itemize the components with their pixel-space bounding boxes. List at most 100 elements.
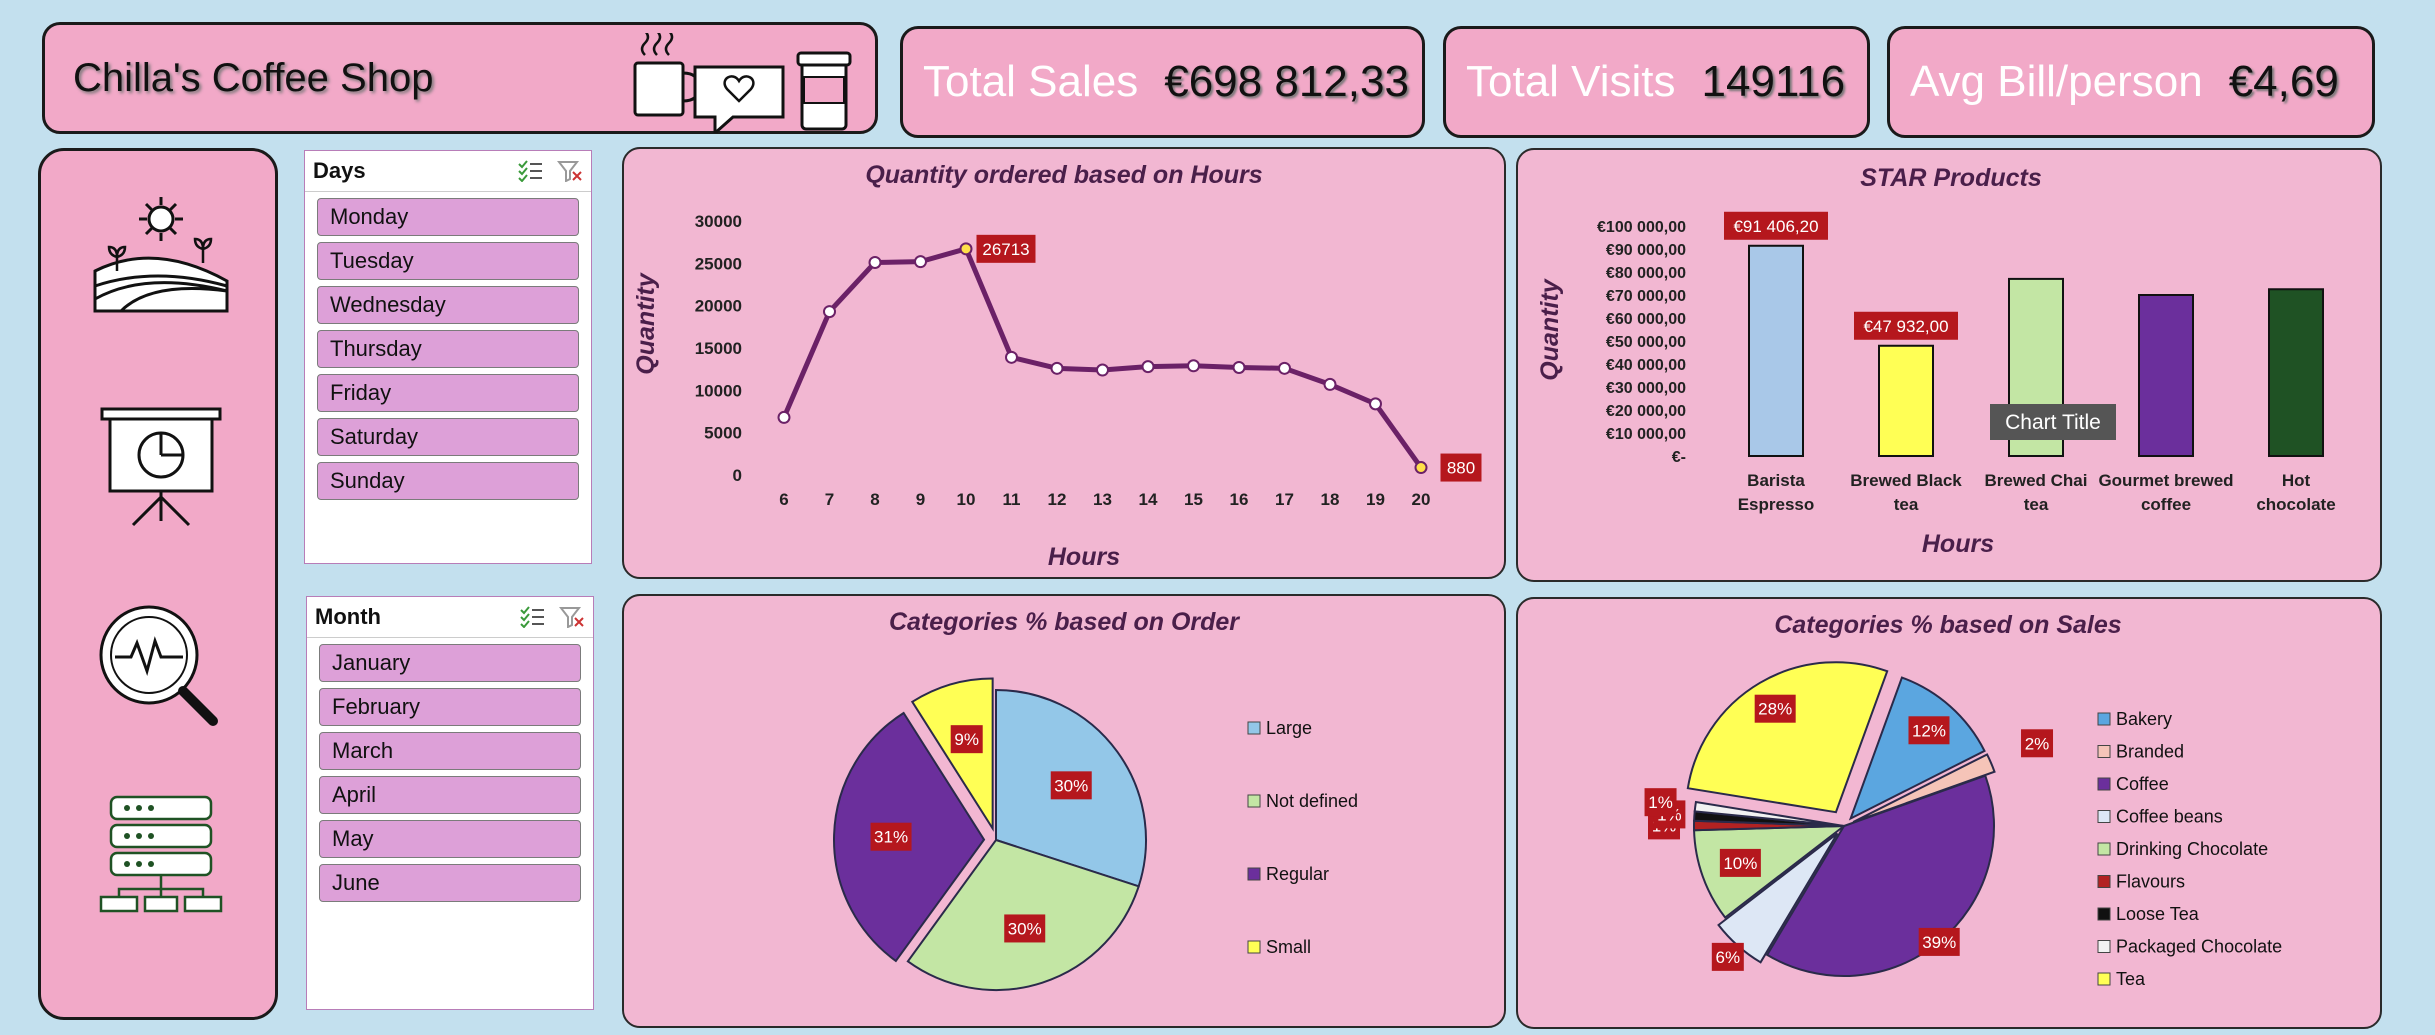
analytics-search-icon[interactable] xyxy=(91,599,231,729)
data-point xyxy=(1050,361,1064,375)
slicer-item-january[interactable]: January xyxy=(319,644,581,682)
server-icon[interactable] xyxy=(99,793,223,919)
pct-label: 6% xyxy=(1716,948,1741,967)
kpi-label: Avg Bill/person xyxy=(1910,57,2203,106)
slicer-item-tuesday[interactable]: Tuesday xyxy=(317,242,579,280)
legend-label: Branded xyxy=(2116,742,2184,762)
slicer-item-wednesday[interactable]: Wednesday xyxy=(317,286,579,324)
legend-label: Flavours xyxy=(2116,872,2185,892)
bar-chart: STAR Products Quantity Hours €100 000,00 €90… xyxy=(1536,164,2336,558)
x-tick-label: 18 xyxy=(1321,490,1340,509)
clear-filter-icon[interactable] xyxy=(557,160,583,182)
days-slicer: Days Monday Tuesday Wednesday Thursday Frida… xyxy=(304,150,592,564)
x-tick-label: tea xyxy=(2024,495,2049,514)
legend-swatch xyxy=(2097,745,2111,758)
x-tick-label: tea xyxy=(1894,495,1919,514)
y-axis-title: Quantity xyxy=(1536,278,1564,380)
data-label: 880 xyxy=(1447,459,1475,478)
data-point xyxy=(868,255,882,269)
data-point xyxy=(1141,360,1155,374)
x-tick-label: 20 xyxy=(1412,490,1431,509)
presentation-icon[interactable] xyxy=(96,401,226,531)
legend-label: Large xyxy=(1266,718,1312,738)
y-tick-label: €90 000,00 xyxy=(1606,242,1686,259)
pct-label: 2% xyxy=(2025,734,2050,753)
order-pie-chart: Categories % based on Order 30% 30% 31% 9% La… xyxy=(833,608,1358,991)
x-tick-label: Brewed Chai xyxy=(1985,471,2088,490)
x-tick-label: chocolate xyxy=(2256,495,2335,514)
y-tick-label: €40 000,00 xyxy=(1606,357,1686,374)
y-tick-label: 0 xyxy=(733,466,742,485)
y-tick-label: €- xyxy=(1672,449,1686,466)
clear-filter-icon[interactable] xyxy=(559,606,585,628)
slicer-item-saturday[interactable]: Saturday xyxy=(317,418,579,456)
data-point xyxy=(1414,461,1428,475)
legend-label: Coffee xyxy=(2116,774,2169,794)
legend-label: Packaged Chocolate xyxy=(2116,937,2282,957)
legend-swatch xyxy=(1247,794,1261,808)
multi-select-icon[interactable] xyxy=(517,160,543,182)
chart-title: Quantity ordered based on Hours xyxy=(865,161,1262,189)
y-tick-label: 20000 xyxy=(695,297,742,316)
pct-label: 31% xyxy=(874,828,908,847)
legend-label: Loose Tea xyxy=(2116,904,2200,924)
x-tick-label: 9 xyxy=(916,490,925,509)
slicer-item-friday[interactable]: Friday xyxy=(317,374,579,412)
x-tick-label: coffee xyxy=(2141,495,2191,514)
legend-swatch xyxy=(2097,810,2111,823)
legend-label: Not defined xyxy=(1266,791,1358,811)
legend-swatch xyxy=(2097,875,2111,888)
line-chart-card: Quantity ordered based on Hours Quantity H… xyxy=(622,147,1506,579)
x-tick-label: Barista xyxy=(1747,471,1805,490)
chart-title: Categories % based on Order xyxy=(889,608,1240,636)
multi-select-icon[interactable] xyxy=(519,606,545,628)
slicer-item-monday[interactable]: Monday xyxy=(317,198,579,236)
chart-title: Categories % based on Sales xyxy=(1774,611,2121,639)
pct-label: 1% xyxy=(1648,793,1673,812)
legend-swatch xyxy=(2097,777,2111,791)
data-point xyxy=(1232,360,1246,374)
x-tick-label: Brewed Black xyxy=(1850,471,1962,490)
tooltip-text: Chart Title xyxy=(2005,411,2101,434)
chart-title: STAR Products xyxy=(1860,164,2042,192)
line-chart: Quantity ordered based on Hours Quantity H… xyxy=(632,161,1482,571)
legend-label: Regular xyxy=(1266,864,1329,884)
x-tick-label: Espresso xyxy=(1738,495,1815,514)
data-point xyxy=(1187,359,1200,373)
slicer-item-april[interactable]: April xyxy=(319,776,581,814)
data-point xyxy=(1369,397,1382,411)
legend-swatch xyxy=(2097,972,2111,986)
y-tick-label: €60 000,00 xyxy=(1606,311,1686,328)
kpi-value: €698 812,33 xyxy=(1164,57,1409,106)
data-point xyxy=(959,242,973,256)
pct-label: 10% xyxy=(1723,854,1757,873)
legend-swatch xyxy=(1247,867,1261,881)
slicer-item-june[interactable]: June xyxy=(319,864,581,902)
data-point xyxy=(1096,363,1109,377)
bar xyxy=(2268,288,2324,457)
x-tick-label: 17 xyxy=(1275,490,1294,509)
y-tick-label: €70 000,00 xyxy=(1606,288,1686,305)
order-pie-card: Categories % based on Order 30% 30% 31% 9% La… xyxy=(622,594,1506,1028)
slicer-item-february[interactable]: February xyxy=(319,688,581,726)
x-tick-label: 15 xyxy=(1184,490,1203,509)
slicer-header: Days xyxy=(305,151,591,192)
x-tick-label: 13 xyxy=(1093,490,1112,509)
kpi-total-visits: Total Visits 149116 xyxy=(1443,26,1870,138)
data-point xyxy=(823,305,836,319)
x-axis-title: Hours xyxy=(1922,530,1994,558)
y-tick-label: 30000 xyxy=(695,212,742,231)
farm-icon[interactable] xyxy=(91,191,231,321)
page-title: Chilla's Coffee Shop xyxy=(73,55,434,100)
legend-label: Tea xyxy=(2116,969,2146,989)
slicer-item-thursday[interactable]: Thursday xyxy=(317,330,579,368)
coffee-cup-icon xyxy=(633,33,852,133)
slicer-item-march[interactable]: March xyxy=(319,732,581,770)
x-tick-label: 19 xyxy=(1366,490,1385,509)
x-tick-label: 8 xyxy=(870,490,879,509)
slicer-item-sunday[interactable]: Sunday xyxy=(317,462,579,500)
slicer-item-may[interactable]: May xyxy=(319,820,581,858)
y-tick-label: €30 000,00 xyxy=(1606,380,1686,397)
legend-label: Drinking Chocolate xyxy=(2116,839,2268,859)
y-tick-label: 10000 xyxy=(695,381,742,400)
